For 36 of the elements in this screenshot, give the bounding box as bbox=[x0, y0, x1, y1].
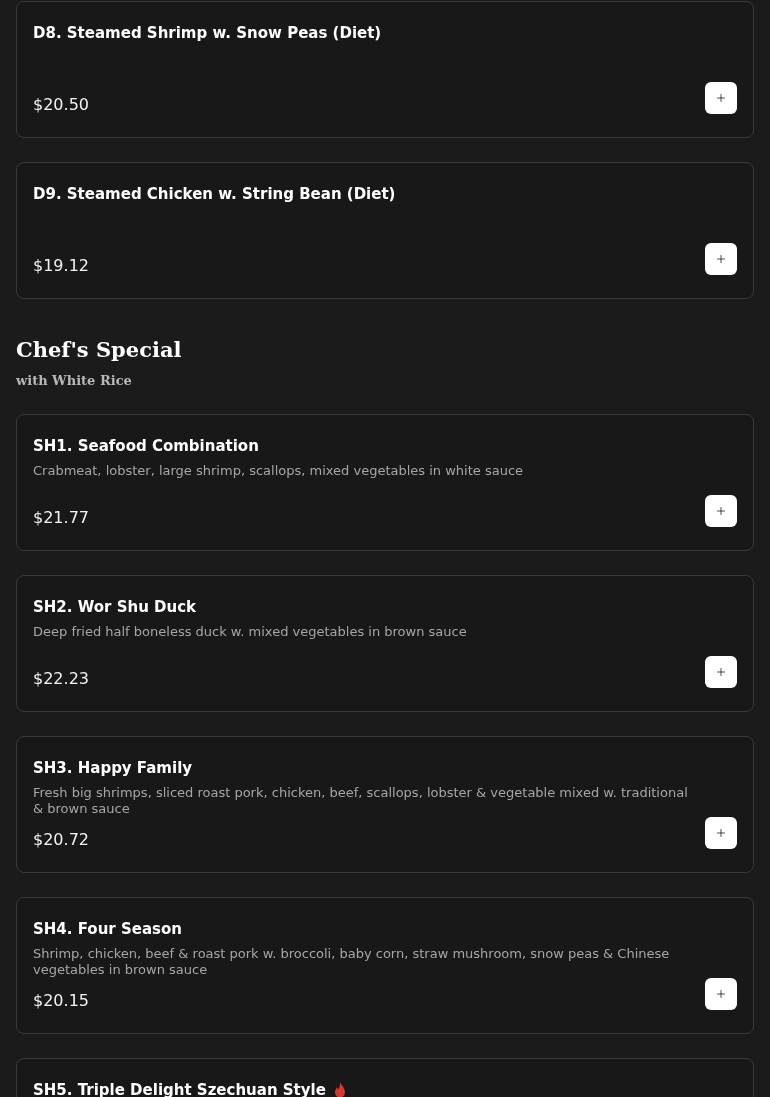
section-title: Chef's Special bbox=[16, 336, 183, 364]
item-name: SH3. Happy Family bbox=[33, 758, 193, 779]
plus-icon bbox=[715, 253, 727, 265]
item-description: Fresh big shrimps, sliced roast pork, chicken, beef, scallops, lobster & vegetable mixed w. traditional & brown sauce bbox=[33, 785, 689, 817]
menu-item-card[interactable]: D9. Steamed Chicken w. String Bean (Diet) $19.12 bbox=[16, 162, 754, 299]
plus-icon bbox=[715, 988, 727, 1000]
menu-item-card[interactable]: SH3. Happy Family Fresh big shrimps, sliced roast pork, chicken, beef, scallops, lobster & vegetable mixed w. traditional & brown sauce $20.72 bbox=[16, 736, 754, 873]
item-description: Shrimp, chicken, beef & roast pork w. broccoli, baby corn, straw mushroom, snow peas & Chinese vegetables in brown sauce bbox=[33, 946, 671, 978]
item-name: D8. Steamed Shrimp w. Snow Peas (Diet) bbox=[33, 23, 382, 44]
item-description: Deep fried half boneless duck w. mixed vegetables in brown sauce bbox=[33, 624, 468, 640]
item-price: $20.50 bbox=[33, 94, 89, 116]
menu-item-card[interactable]: SH4. Four Season Shrimp, chicken, beef & roast pork w. broccoli, baby corn, straw mushroom, snow peas & Chinese vegetables in brown sauce $20.15 bbox=[16, 897, 754, 1034]
add-button[interactable] bbox=[705, 243, 737, 275]
item-name: SH4. Four Season bbox=[33, 919, 182, 940]
section-subtitle: with White Rice bbox=[16, 372, 133, 390]
plus-icon bbox=[715, 827, 727, 839]
add-button[interactable] bbox=[705, 656, 737, 688]
add-button[interactable] bbox=[705, 978, 737, 1010]
item-price: $19.12 bbox=[33, 255, 89, 277]
menu-item-card[interactable]: SH2. Wor Shu Duck Deep fried half boneless duck w. mixed vegetables in brown sauce $22.23 bbox=[16, 575, 754, 712]
menu-item-card[interactable]: SH1. Seafood Combination Crabmeat, lobster, large shrimp, scallops, mixed vegetables in white sauce $21.77 bbox=[16, 414, 754, 551]
item-description: Crabmeat, lobster, large shrimp, scallops, mixed vegetables in white sauce bbox=[33, 463, 525, 479]
add-button[interactable] bbox=[705, 817, 737, 849]
item-name: D9. Steamed Chicken w. String Bean (Diet) bbox=[33, 184, 396, 205]
plus-icon bbox=[715, 666, 727, 678]
item-name: SH2. Wor Shu Duck bbox=[33, 597, 197, 618]
item-price: $20.72 bbox=[33, 829, 89, 851]
menu-item-card[interactable]: D8. Steamed Shrimp w. Snow Peas (Diet) $20.50 bbox=[16, 1, 754, 138]
item-price: $20.15 bbox=[33, 990, 89, 1012]
plus-icon bbox=[715, 505, 727, 517]
plus-icon bbox=[715, 92, 727, 104]
item-price: $22.23 bbox=[33, 668, 89, 690]
add-button[interactable] bbox=[705, 82, 737, 114]
add-button[interactable] bbox=[705, 495, 737, 527]
item-price: $21.77 bbox=[33, 507, 89, 529]
item-name: SH1. Seafood Combination bbox=[33, 436, 259, 457]
